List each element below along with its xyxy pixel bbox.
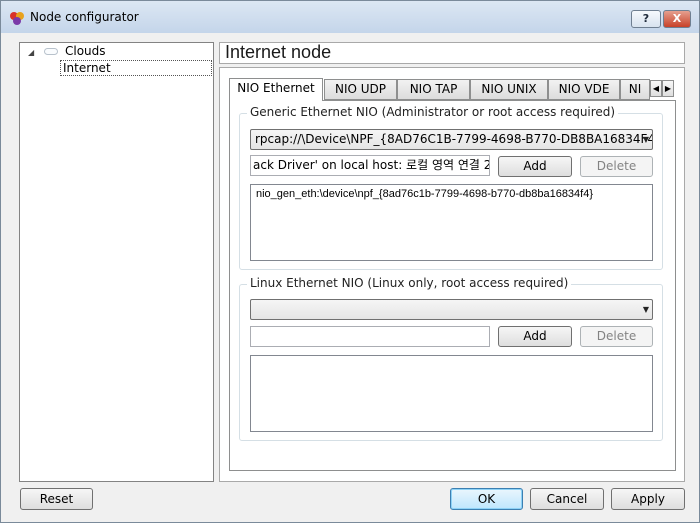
tab-nio-tap[interactable]: NIO TAP [397,79,470,100]
linux-ethernet-title: Linux Ethernet NIO (Linux only, root acc… [247,276,572,290]
chevron-down-icon: ▼ [642,305,649,314]
apply-button[interactable]: Apply [611,488,685,510]
tree-item-internet[interactable]: Internet [60,60,212,76]
node-header: Internet node [219,42,685,64]
generic-adapter-select[interactable]: rpcap://\Device\NPF_{8AD76C1B-7799-4698-… [250,129,653,150]
window-title: Node configurator [30,10,139,24]
tab-nio-udp[interactable]: NIO UDP [324,79,397,100]
tab-nio-ethernet[interactable]: NIO Ethernet [229,78,323,101]
close-button[interactable]: X [663,10,691,28]
list-item[interactable]: nio_gen_eth:\device\npf_{8ad76c1b-7799-4… [256,188,593,200]
generic-delete-button[interactable]: Delete [580,156,653,177]
page-title: Internet node [225,42,332,62]
generic-add-button[interactable]: Add [498,156,572,177]
node-tree[interactable]: ◢ Clouds Internet [19,42,214,482]
reset-button[interactable]: Reset [20,488,93,510]
tab-scroll-right-icon[interactable]: ▶ [662,80,674,97]
tab-nio-vde[interactable]: NIO VDE [548,79,620,100]
generic-nio-list[interactable]: nio_gen_eth:\device\npf_{8ad76c1b-7799-4… [250,184,653,261]
chevron-down-icon: ▼ [642,135,649,144]
cancel-button[interactable]: Cancel [530,488,604,510]
linux-delete-button[interactable]: Delete [580,326,653,347]
tree-item-clouds[interactable]: Clouds [65,44,106,58]
linux-input-field[interactable] [250,326,490,347]
node-configurator-window: Node configurator ? X ◢ Clouds Internet … [0,0,700,523]
tab-scroll-left-icon[interactable]: ◀ [650,80,662,97]
linux-nio-list[interactable] [250,355,653,432]
title-bar[interactable]: Node configurator ? X [1,1,699,33]
tab-nio-unix[interactable]: NIO UNIX [470,79,548,100]
ok-button[interactable]: OK [450,488,523,510]
generic-adapter-value: rpcap://\Device\NPF_{8AD76C1B-7799-4698-… [255,132,653,146]
generic-description-field[interactable]: ack Driver' on local host: 로컬 영역 연결 2 [250,155,490,176]
app-icon [10,12,24,25]
generic-ethernet-title: Generic Ethernet NIO (Administrator or r… [247,105,619,119]
cloud-icon [44,48,58,55]
expand-arrow-icon[interactable]: ◢ [28,48,34,57]
linux-adapter-select[interactable]: ▼ [250,299,653,320]
linux-add-button[interactable]: Add [498,326,572,347]
tab-nio-partial[interactable]: NI [620,79,650,100]
help-button[interactable]: ? [631,10,661,28]
